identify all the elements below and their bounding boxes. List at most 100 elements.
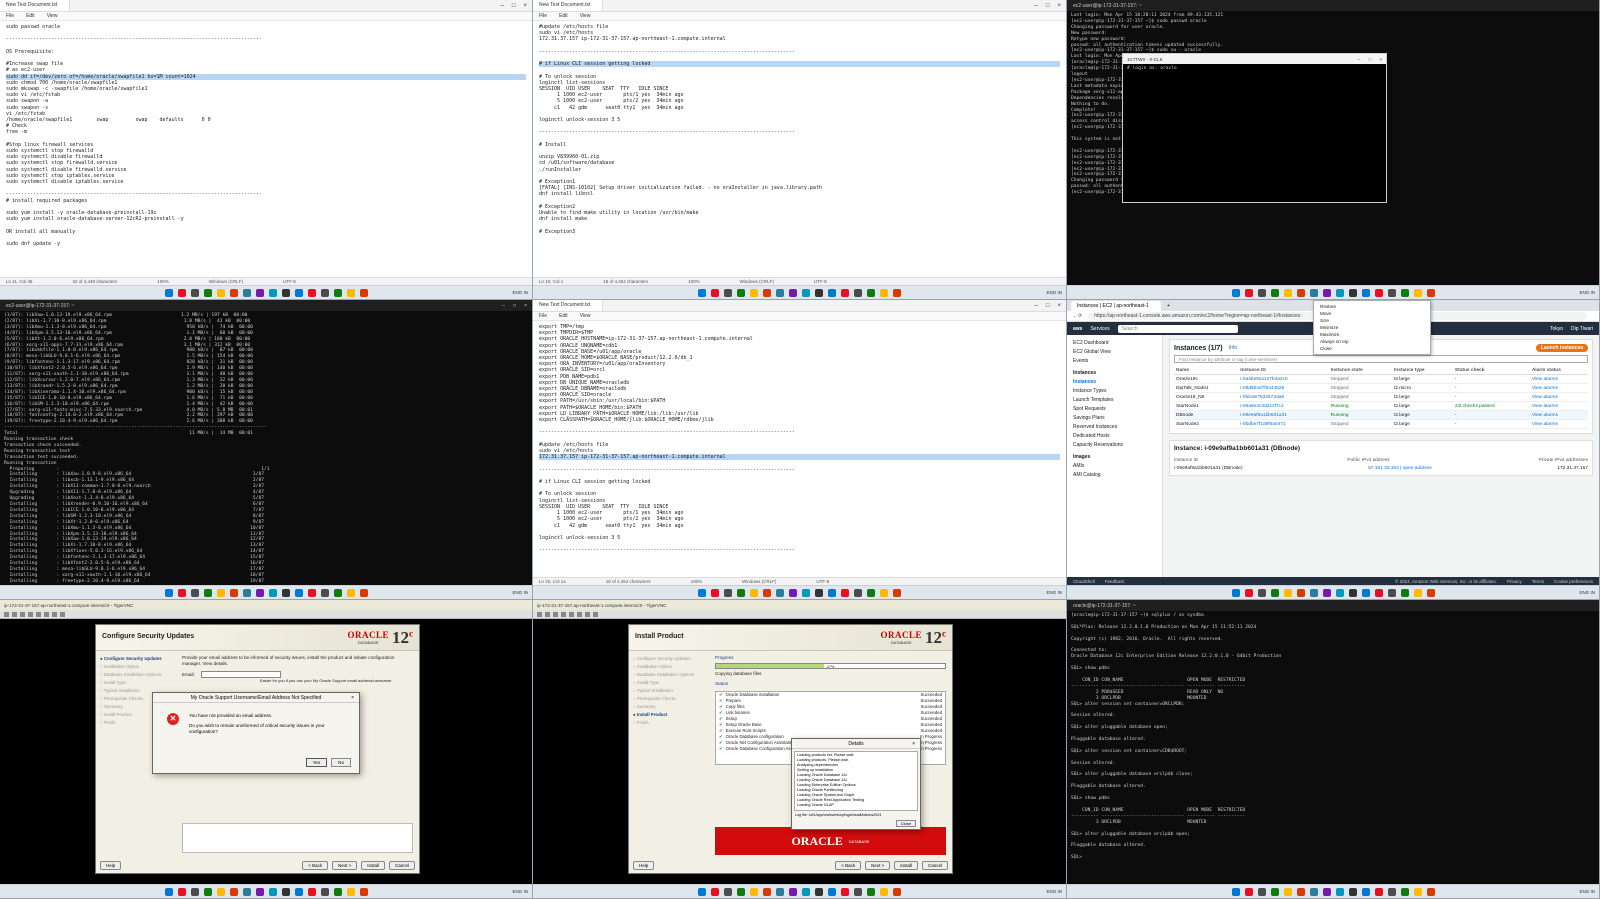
table-cell[interactable]: View alarms (1529, 383, 1588, 393)
taskbar-app-icon[interactable] (216, 887, 225, 896)
sidebar-section-instances[interactable]: Instances (1073, 369, 1156, 378)
taskbar-app-icon[interactable] (1413, 288, 1422, 297)
taskbar-app-icon[interactable] (1257, 288, 1266, 297)
taskbar-app-icon[interactable] (1335, 288, 1344, 297)
close-button[interactable]: × (1379, 57, 1382, 62)
taskbar-app-icon[interactable] (711, 288, 719, 297)
taskbar-app-icon[interactable] (177, 588, 186, 597)
terminal-output[interactable]: [oracle@ip-172-31-37-157 ~]$ sqlplus / a… (1067, 611, 1599, 885)
next-button[interactable]: Next > (332, 861, 358, 870)
taskbar-app-icon[interactable] (1387, 887, 1396, 896)
context-menu-item[interactable]: Close (1314, 345, 1430, 352)
table-cell[interactable]: View alarms (1529, 419, 1588, 429)
taskbar-app-icon[interactable] (880, 588, 888, 597)
dialog-yes-button[interactable]: Yes (305, 758, 328, 767)
system-tray[interactable]: ENG IN (1046, 889, 1062, 894)
taskbar-app-icon[interactable] (828, 887, 836, 896)
taskbar-app-icon[interactable] (867, 588, 875, 597)
back-button[interactable]: < Back (302, 861, 329, 870)
taskbar-app-icon[interactable] (789, 588, 797, 597)
menu-file[interactable]: File (6, 13, 14, 19)
taskbar-app-icon[interactable] (294, 588, 303, 597)
taskbar-app-icon[interactable] (190, 887, 199, 896)
taskbar-app-icon[interactable] (711, 887, 719, 896)
context-menu-item[interactable]: Move (1314, 310, 1430, 317)
table-cell[interactable]: i-0a4be5e1127b4a2c0 (1238, 374, 1329, 384)
taskbar-app-icon[interactable] (1244, 588, 1253, 597)
taskbar-app-icon[interactable] (750, 588, 758, 597)
taskbar-app-icon[interactable] (164, 588, 173, 597)
taskbar-app-icon[interactable] (893, 887, 901, 896)
taskbar-app-icon[interactable] (802, 588, 810, 597)
system-tray[interactable]: ENG IN (1046, 590, 1062, 595)
aws-logo[interactable]: aws (1073, 326, 1082, 332)
taskbar-app-icon[interactable] (763, 588, 771, 597)
taskbar-app-icon[interactable] (1387, 288, 1396, 297)
taskbar-app-icon[interactable] (802, 887, 810, 896)
table-cell[interactable]: i-0bdbe7f1d9f6a0471 (1238, 419, 1329, 429)
taskbar-app-icon[interactable] (1413, 887, 1422, 896)
menu-file[interactable]: File (539, 13, 547, 19)
taskbar-app-icon[interactable] (724, 588, 732, 597)
minimize-button[interactable]: – (1358, 57, 1361, 62)
taskbar-app-icon[interactable] (1426, 887, 1435, 896)
instance-row[interactable]: Oracle19_N6 i-0fdc8e7532672da8 Stopped t2.l… (1174, 392, 1588, 402)
taskbar-app-icon[interactable] (1426, 288, 1435, 297)
detail-value-link[interactable]: 57.181.33.153 | open address (1368, 466, 1432, 471)
taskbar-app-icon[interactable] (789, 887, 797, 896)
taskbar-app-icon[interactable] (698, 887, 706, 896)
taskbar-app-icon[interactable] (255, 588, 264, 597)
taskbar-app-icon[interactable] (333, 588, 342, 597)
taskbar-app-icon[interactable] (320, 288, 329, 297)
taskbar-app-icon[interactable] (1270, 288, 1279, 297)
system-tray[interactable]: ENG IN (1579, 889, 1595, 894)
taskbar-app-icon[interactable] (815, 887, 823, 896)
system-tray[interactable]: ENG IN (1579, 590, 1595, 595)
sidebar-item-events[interactable]: Events (1073, 357, 1156, 366)
taskbar-app-icon[interactable] (229, 288, 238, 297)
system-tray[interactable]: ENG IN (512, 290, 528, 295)
taskbar-app-icon[interactable] (1335, 588, 1344, 597)
system-tray[interactable]: ENG IN (1046, 290, 1062, 295)
taskbar-app-icon[interactable] (1361, 588, 1370, 597)
taskbar-app-icon[interactable] (1257, 887, 1266, 896)
system-tray[interactable]: ENG IN (1579, 290, 1595, 295)
taskbar-app-icon[interactable] (1257, 588, 1266, 597)
menu-edit[interactable]: Edit (559, 313, 568, 319)
context-menu-item[interactable]: Minimize (1314, 324, 1430, 331)
new-tab-button[interactable]: + (1167, 303, 1170, 309)
column-header[interactable]: Instance ID (1238, 367, 1329, 375)
context-menu-item[interactable]: Size (1314, 317, 1430, 324)
maximize-button[interactable]: □ (1369, 57, 1372, 62)
taskbar-app-icon[interactable] (281, 588, 290, 597)
taskbar-app-icon[interactable] (763, 288, 771, 297)
taskbar-app-icon[interactable] (294, 887, 303, 896)
taskbar-app-icon[interactable] (359, 288, 368, 297)
taskbar-app-icon[interactable] (307, 288, 316, 297)
services-menu[interactable]: Services (1090, 326, 1109, 332)
email-input[interactable] (200, 671, 281, 678)
taskbar-app-icon[interactable] (1270, 588, 1279, 597)
taskbar-app-icon[interactable] (815, 288, 823, 297)
menu-file[interactable]: File (539, 313, 547, 319)
taskbar-app-icon[interactable] (1231, 887, 1240, 896)
taskbar-app-icon[interactable] (1270, 887, 1279, 896)
menu-view[interactable]: View (47, 13, 58, 19)
taskbar-app-icon[interactable] (1309, 887, 1318, 896)
taskbar-app-icon[interactable] (815, 588, 823, 597)
taskbar-app-icon[interactable] (1348, 588, 1357, 597)
taskbar-app-icon[interactable] (203, 288, 212, 297)
column-header[interactable]: Instance state (1328, 367, 1392, 375)
taskbar-app-icon[interactable] (281, 887, 290, 896)
context-menu-item[interactable]: Always on top (1314, 338, 1430, 345)
help-button[interactable]: Help (633, 861, 655, 870)
footer-link[interactable]: Feedback (1105, 579, 1125, 584)
close-button[interactable]: × (523, 3, 527, 9)
reload-icon[interactable]: ⟳ (1078, 313, 1082, 319)
taskbar-app-icon[interactable] (346, 887, 355, 896)
taskbar-app-icon[interactable] (737, 588, 745, 597)
notepad-tab[interactable]: New Text Document.txt (0, 0, 70, 11)
minimize-button[interactable]: – (1035, 3, 1038, 9)
instance-row[interactable]: DipTalk_Node1 i-08d8b4d7f5444526 Stopped t2… (1174, 383, 1588, 393)
launch-instances-button[interactable]: Launch instances (1535, 344, 1588, 352)
